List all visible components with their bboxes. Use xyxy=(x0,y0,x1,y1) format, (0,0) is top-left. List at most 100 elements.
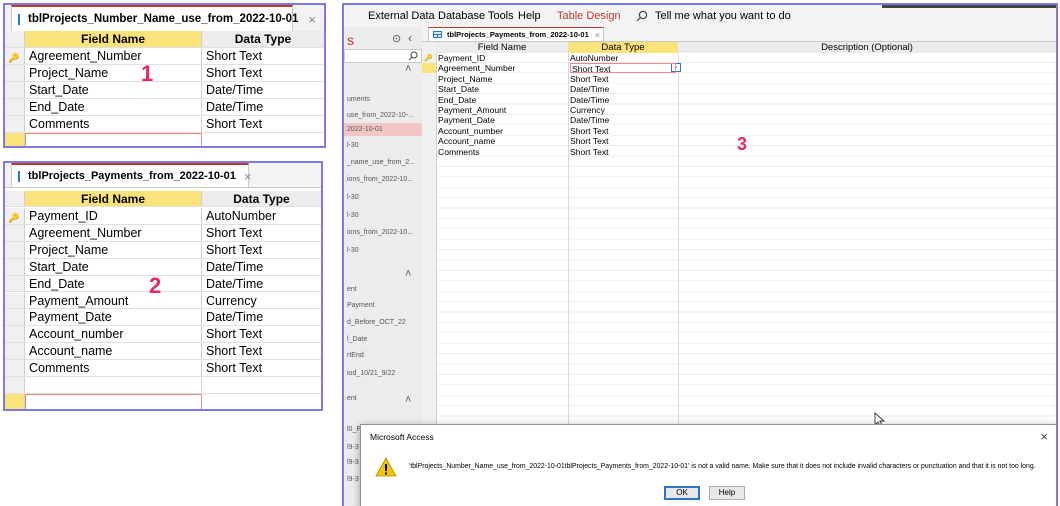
nav-item[interactable]: Payment xyxy=(344,299,422,312)
data-type-cell[interactable]: Date/Time xyxy=(202,259,321,275)
field-name-cell[interactable]: Payment_Date xyxy=(25,309,202,326)
nav-pane-options-icon[interactable]: ⊙ xyxy=(392,32,401,45)
field-row[interactable]: End_Date Date/Time xyxy=(5,99,324,116)
collapse-group-icon[interactable]: ˄ xyxy=(405,268,411,280)
row-selector[interactable]: 🔑 xyxy=(5,208,25,224)
field-name-cell[interactable]: Project_Name xyxy=(25,241,202,258)
help-button[interactable]: Help xyxy=(709,486,745,500)
field-name-cell[interactable]: Comments xyxy=(25,360,202,376)
field-row[interactable]: Start_Date Date/Time xyxy=(5,82,324,99)
data-type-cell[interactable]: Short Text xyxy=(202,225,321,241)
field-name-cell[interactable]: Start_Date xyxy=(25,258,202,275)
document-tab-projects-number-name[interactable]: tblProjects_Number_Name_use_from_2022-10… xyxy=(11,5,316,31)
field-row[interactable]: 🔑 Agreement_Number Short Text xyxy=(5,48,324,65)
field-row[interactable]: Comments Short Text xyxy=(5,116,324,133)
nav-item[interactable]: 2022-10-01 xyxy=(344,123,422,136)
empty-field-row[interactable] xyxy=(5,393,321,409)
field-name-cell[interactable]: Payment_ID xyxy=(25,208,202,224)
data-type-cell[interactable]: Short Text xyxy=(202,48,324,64)
document-tab-projects-payments[interactable]: tblProjects_Payments_from_2022-10-01 × xyxy=(11,163,252,187)
field-name-cell[interactable]: Comments xyxy=(25,116,202,132)
field-name-cell[interactable]: Project_Name xyxy=(438,74,492,84)
data-type-cell[interactable]: AutoNumber xyxy=(202,208,321,224)
field-name-cell[interactable]: Payment_ID xyxy=(438,53,485,63)
row-selector[interactable] xyxy=(5,326,25,343)
empty-field-row[interactable] xyxy=(5,377,321,394)
field-row[interactable]: Account_name Short Text xyxy=(5,343,321,361)
field-name-cell[interactable]: Agreement_Number xyxy=(25,224,202,241)
nav-search-input[interactable] xyxy=(344,49,422,63)
tell-me-box[interactable]: Tell me what you want to do xyxy=(655,10,791,22)
field-row[interactable]: Project_Name Short Text xyxy=(5,65,324,82)
row-selector[interactable] xyxy=(5,292,25,309)
nav-item[interactable]: _name_use_from_2... xyxy=(344,156,422,169)
ribbon-tab-table-design[interactable]: Table Design xyxy=(557,10,621,22)
shutter-bar-close-icon[interactable]: ‹ xyxy=(408,31,412,45)
field-row[interactable]: 🔑 Payment_ID AutoNumber xyxy=(5,208,321,225)
nav-item[interactable]: ions_from_2022-10... xyxy=(344,226,422,239)
data-type-cell[interactable]: Date/Time xyxy=(202,309,321,325)
nav-item[interactable]: l_Date xyxy=(344,333,422,346)
nav-item[interactable]: iod_10/21_9/22 xyxy=(344,367,422,380)
data-type-cell[interactable]: AutoNumber xyxy=(570,53,618,63)
field-name-cell[interactable]: Payment_Amount xyxy=(438,105,506,115)
data-type-cell[interactable]: Short Text xyxy=(202,116,324,132)
row-selector[interactable]: 🔑 xyxy=(5,48,25,64)
field-row[interactable]: Payment_Amount Currency xyxy=(5,292,321,310)
empty-field-row[interactable] xyxy=(5,133,324,146)
data-type-cell[interactable]: Short Text xyxy=(570,126,609,136)
nav-item[interactable]: l-30 xyxy=(344,191,422,204)
nav-item[interactable]: rtEnd xyxy=(344,349,422,362)
data-type-cell[interactable]: Short Text xyxy=(202,360,321,376)
row-selector[interactable] xyxy=(5,99,25,115)
data-type-cell[interactable]: Currency xyxy=(570,105,605,115)
field-row[interactable]: Account_number Short Text xyxy=(5,326,321,344)
ribbon-tab-help[interactable]: Help xyxy=(518,10,541,22)
data-type-cell[interactable] xyxy=(202,377,321,393)
data-type-cell[interactable]: Date/Time xyxy=(202,99,324,115)
row-selector[interactable] xyxy=(5,116,25,132)
data-type-cell[interactable]: Short Text xyxy=(570,74,609,84)
close-tab-icon[interactable]: × xyxy=(244,169,252,184)
field-name-cell[interactable]: Payment_Date xyxy=(438,115,495,125)
row-selector[interactable] xyxy=(5,133,25,146)
field-row[interactable]: Agreement_Number Short Text xyxy=(5,224,321,242)
row-selector[interactable] xyxy=(5,82,25,98)
row-selector[interactable] xyxy=(5,393,25,409)
ribbon-tab-database-tools[interactable]: Database Tools xyxy=(438,10,514,22)
nav-item[interactable]: l-30 xyxy=(344,139,422,152)
nav-item[interactable]: d_Before_OCT_22 xyxy=(344,316,422,329)
field-name-cell[interactable] xyxy=(25,393,202,409)
data-type-cell[interactable]: Date/Time xyxy=(570,115,609,125)
row-selector[interactable] xyxy=(5,241,25,258)
data-type-cell[interactable]: Short Text xyxy=(570,63,676,74)
field-name-cell[interactable] xyxy=(25,377,202,393)
field-name-cell[interactable]: Account_number xyxy=(25,326,202,343)
nav-item[interactable]: l-30 xyxy=(344,209,422,222)
field-name-cell[interactable]: Start_Date xyxy=(438,84,479,94)
field-row[interactable]: Start_Date Date/Time xyxy=(5,258,321,276)
nav-item[interactable]: use_from_2022-10-... xyxy=(344,109,422,122)
current-row-selector[interactable] xyxy=(422,63,436,74)
data-type-cell[interactable]: Short Text xyxy=(202,343,321,359)
field-name-cell[interactable]: End_Date xyxy=(438,95,476,105)
nav-item[interactable]: ent xyxy=(344,392,422,405)
field-name-cell[interactable]: End_Date xyxy=(25,275,202,292)
document-tab-projects-payments[interactable]: tblProjects_Payments_from_2022-10-01 × xyxy=(428,27,604,41)
row-selector[interactable] xyxy=(5,275,25,292)
data-type-cell[interactable]: Short Text xyxy=(570,147,609,157)
data-type-cell[interactable]: Date/Time xyxy=(570,95,609,105)
ribbon-tab-external-data[interactable]: External Data xyxy=(368,10,435,22)
row-selector[interactable] xyxy=(5,224,25,241)
field-row[interactable]: End_Date Date/Time xyxy=(5,275,321,293)
row-selector[interactable] xyxy=(5,377,25,393)
field-name-cell[interactable]: Project_Name xyxy=(25,65,202,81)
data-type-cell[interactable]: Short Text xyxy=(570,136,609,146)
field-name-cell[interactable]: Agreement_Number xyxy=(438,63,515,73)
nav-item[interactable]: uments xyxy=(344,93,422,106)
field-row[interactable]: Project_Name Short Text xyxy=(5,241,321,259)
row-selector[interactable] xyxy=(5,360,25,376)
data-type-cell[interactable]: Date/Time xyxy=(570,84,609,94)
close-tab-icon[interactable]: × xyxy=(308,12,316,27)
ok-button[interactable]: OK xyxy=(664,486,700,500)
